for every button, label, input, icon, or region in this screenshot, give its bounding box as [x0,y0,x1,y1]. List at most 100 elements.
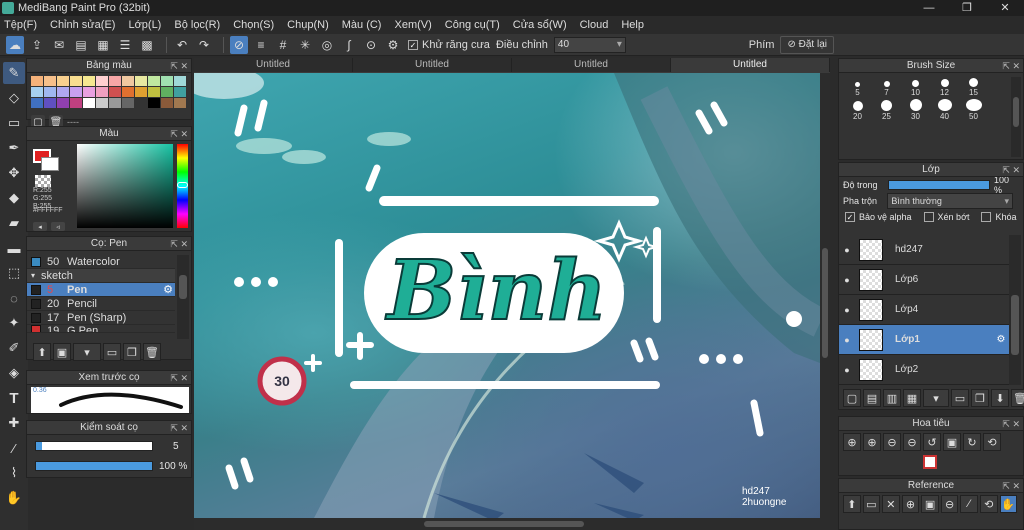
color-swatch[interactable] [109,87,121,97]
dropper-icon[interactable]: ⌇ [3,462,25,484]
text-tool-icon[interactable]: T [3,387,25,409]
reference-eyedropper-icon[interactable]: ⁄ [960,495,978,513]
color-swatch[interactable] [174,76,186,86]
operation-tool-icon[interactable]: ✚ [3,412,25,434]
brush-item-g-pen[interactable]: 19 G Pen [27,325,175,333]
layer-list-scrollbar[interactable] [1009,235,1021,385]
magic-wand-icon[interactable]: ✦ [3,312,25,334]
bucket-tool-icon[interactable]: ▰ [3,212,25,234]
color-swatch[interactable] [109,76,121,86]
color-swatch[interactable] [109,98,121,108]
vanish-snap-icon[interactable]: ⊙ [362,36,380,54]
hue-handle[interactable] [177,182,188,188]
menu-filter[interactable]: Bộ lọc(R) [174,19,220,31]
panel-close-icon[interactable]: ⇱ ✕ [170,59,188,73]
menu-file[interactable]: Tệp(F) [4,19,37,31]
new-layer-1bit-icon[interactable]: ▥ [883,389,901,407]
visibility-icon[interactable]: ● [839,365,855,375]
duplicate-layer-icon[interactable]: ❐ [971,389,989,407]
zoom-in-2-icon[interactable]: ⊕ [863,433,881,451]
brush-item-pen[interactable]: 5 Pen ⚙ [27,283,175,297]
color-swatch[interactable] [122,76,134,86]
reference-zoom-in-icon[interactable]: ⊕ [901,495,920,513]
menu-window[interactable]: Cửa sổ(W) [513,19,567,31]
color-swatch[interactable] [148,98,160,108]
color-add-icon[interactable]: ◂ [33,222,47,231]
cloud-icon[interactable]: ☁ [6,35,24,54]
blend-mode-select[interactable]: Bình thường [887,193,1013,209]
list-icon[interactable]: ☰ [116,36,134,54]
select-eraser-icon[interactable]: ◈ [3,362,25,384]
redo-icon[interactable]: ↷ [195,36,213,54]
color-swatch[interactable] [161,76,173,86]
delete-layer-icon[interactable]: 🗑 [1011,389,1024,407]
layer-row-lop6[interactable]: ● Lớp6 [839,265,1009,295]
brush-opacity-slider[interactable] [35,461,153,471]
brush-size-option[interactable]: 25 [872,99,901,121]
panel-close-icon[interactable]: ⇱ ✕ [170,237,188,251]
new-layer-icon[interactable]: ▢ [843,389,861,407]
color-swatch[interactable] [70,87,82,97]
brush-size-option[interactable]: 12 [930,75,959,97]
color-swatch[interactable] [135,98,147,108]
lock-checkbox[interactable] [981,212,992,222]
share-icon[interactable]: ⇪ [28,36,46,54]
reference-open-icon[interactable]: ▭ [862,495,881,513]
move-tool-icon[interactable]: ✥ [3,162,25,184]
menu-select[interactable]: Chọn(S) [233,19,274,31]
antialias-checkbox[interactable]: ✓ [408,39,418,50]
brush-delete-icon[interactable]: 🗑 [143,343,161,361]
zoom-out-2-icon[interactable]: ⊖ [903,433,921,451]
comment-icon[interactable]: ✉ [50,36,68,54]
color-swatch[interactable] [83,87,95,97]
brush-item-pen-sharp[interactable]: 17 Pen (Sharp) [27,311,175,325]
color-swatch[interactable] [148,87,160,97]
color-swatch[interactable] [31,76,43,86]
radial-snap-icon[interactable]: ✳ [296,36,314,54]
color-swatch[interactable] [44,87,56,97]
brush-list-scrollbar[interactable] [177,255,189,339]
brush-folder-icon[interactable]: ▭ [103,343,121,361]
menu-edit[interactable]: Chỉnh sửa(E) [50,19,115,31]
color-swatch[interactable] [31,98,43,108]
color-swatch[interactable] [96,87,108,97]
grid-icon[interactable]: ▩ [138,36,156,54]
panel-close-icon[interactable]: ⇱ ✕ [170,371,188,385]
brush-size-option[interactable]: 50 [959,99,988,121]
circle-snap-icon[interactable]: ◎ [318,36,336,54]
navigator-thumbnail[interactable] [923,455,937,469]
color-swatch[interactable] [135,76,147,86]
color-swatch[interactable] [174,98,186,108]
color-swatch[interactable] [135,87,147,97]
reset-view-icon[interactable]: ⟲ [983,433,1001,451]
layer-row-lop1[interactable]: ● Lớp1 ⚙ [839,325,1009,355]
brush-item-watercolor[interactable]: 50 Watercolor [27,255,175,269]
doc-tab-3[interactable]: Untitled [512,58,671,72]
lasso-tool-icon[interactable]: ◌ [3,287,25,309]
brush-tool-icon[interactable]: ✎ [3,62,25,84]
panel-close-icon[interactable]: ⇱ ✕ [1002,417,1020,431]
reference-zoom-out-icon[interactable]: ⊖ [940,495,959,513]
color-swatch[interactable] [174,87,186,97]
layer-opacity-slider[interactable] [888,180,990,190]
color-swatch[interactable] [44,76,56,86]
color-swatch[interactable] [70,76,82,86]
brush-group-sketch[interactable]: ▾ sketch [27,269,175,283]
menu-cloud[interactable]: Cloud [580,19,609,31]
minimize-button[interactable]: — [910,0,948,16]
brush-duplicate-icon[interactable]: ❐ [123,343,141,361]
brush-item-pencil[interactable]: 20 Pencil [27,297,175,311]
new-halftone-layer-icon[interactable]: ▦ [903,389,921,407]
canvas-vertical-scrollbar[interactable] [820,73,830,530]
select-pen-icon[interactable]: ✐ [3,337,25,359]
color-swatch[interactable] [96,98,108,108]
hand-tool-icon[interactable]: ✋ [3,487,25,509]
layer-row-lop2[interactable]: ● Lớp2 [839,355,1009,385]
cross-snap-icon[interactable]: # [274,36,292,54]
brush-settings-icon[interactable]: ⚙ [163,283,173,296]
color-swatch[interactable] [57,98,69,108]
page-icon[interactable]: ▦ [94,36,112,54]
merge-down-icon[interactable]: ⬇ [991,389,1009,407]
panel-close-icon[interactable]: ⇱ ✕ [1002,59,1020,73]
brush-size-option[interactable]: 10 [901,75,930,97]
